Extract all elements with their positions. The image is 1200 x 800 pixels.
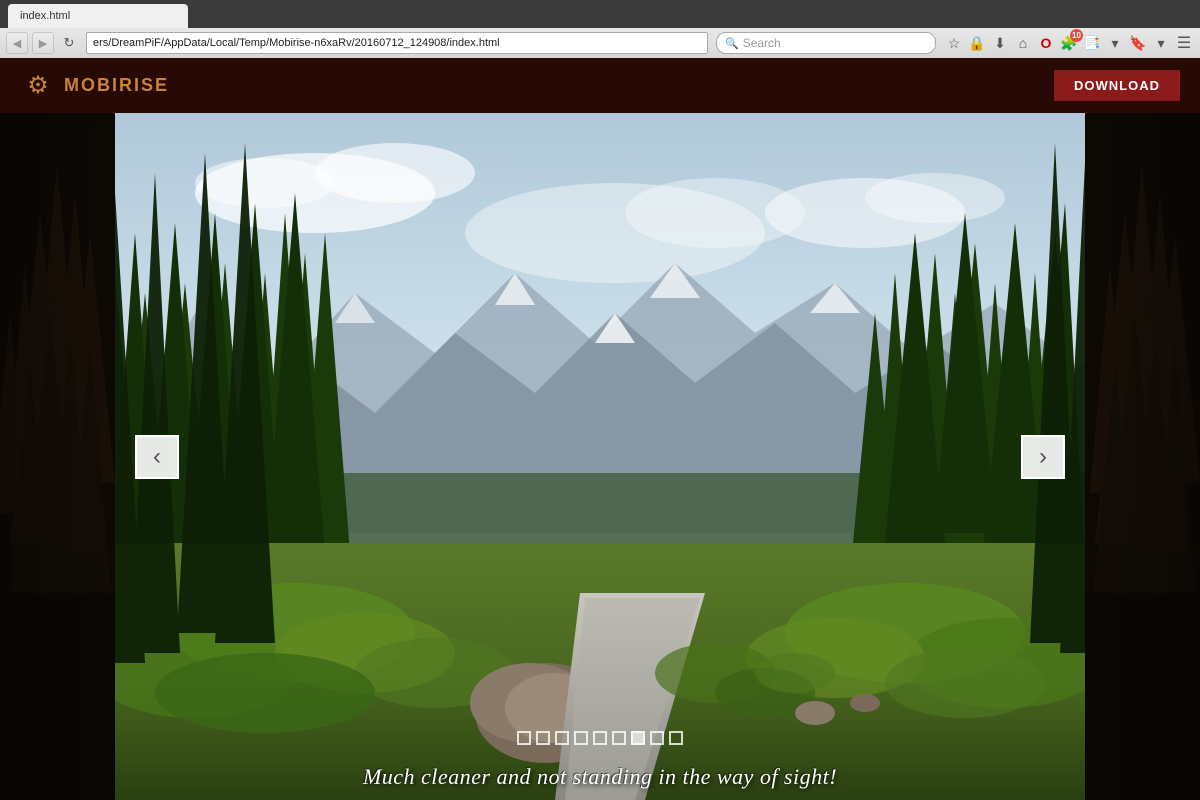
carousel-dot-8[interactable] xyxy=(650,731,664,745)
carousel-wrapper: ‹ › Much cleaner and not standing in xyxy=(115,113,1085,800)
carousel-dot-1[interactable] xyxy=(517,731,531,745)
bookmark-star-button[interactable]: ☆ xyxy=(944,33,964,53)
main-content: ⚙ MOBIRISE DOWNLOAD xyxy=(0,58,1200,800)
photo-scene: ‹ › Much cleaner and not standing in xyxy=(115,113,1085,800)
carousel-dot-3[interactable] xyxy=(555,731,569,745)
download-manager-button[interactable]: ⬇ xyxy=(990,33,1010,53)
gear-icon: ⚙ xyxy=(27,71,49,100)
bookmarks-button[interactable]: 📑 xyxy=(1082,33,1102,53)
carousel-caption: Much cleaner and not standing in the way… xyxy=(115,764,1085,790)
reload-button[interactable]: ↻ xyxy=(60,34,78,52)
carousel-dot-7[interactable] xyxy=(631,731,645,745)
tab-label: index.html xyxy=(20,10,70,22)
forward-button[interactable]: ▶ xyxy=(32,32,54,54)
menu-button[interactable]: ☰ xyxy=(1174,33,1194,53)
dropdown-arrow2[interactable]: ▾ xyxy=(1151,33,1171,53)
scene-svg xyxy=(115,113,1085,800)
toolbar-icons: ☆ 🔒 ⬇ ⌂ O 🧩 10 📑 ▾ 🔖 ▾ ☰ xyxy=(944,33,1194,53)
carousel-dots xyxy=(517,731,683,745)
browser-chrome: index.html ◀ ▶ ↻ ers/DreamPiF/AppData/Lo… xyxy=(0,0,1200,58)
right-panel xyxy=(1085,113,1200,800)
notification-count: 10 xyxy=(1070,29,1083,42)
tab-bar: index.html xyxy=(0,0,1200,28)
search-icon: 🔍 xyxy=(725,37,739,50)
browser-tab[interactable]: index.html xyxy=(8,4,188,28)
opera-button[interactable]: O xyxy=(1036,33,1056,53)
carousel-prev-button[interactable]: ‹ xyxy=(135,435,179,479)
carousel-dot-6[interactable] xyxy=(612,731,626,745)
home-button[interactable]: ⌂ xyxy=(1013,33,1033,53)
right-forest-svg xyxy=(1085,113,1200,800)
left-panel xyxy=(0,113,115,800)
carousel-dot-4[interactable] xyxy=(574,731,588,745)
back-button[interactable]: ◀ xyxy=(6,32,28,54)
extensions-badge[interactable]: 🧩 10 xyxy=(1059,33,1079,53)
address-bar[interactable]: ers/DreamPiF/AppData/Local/Temp/Mobirise… xyxy=(86,32,708,54)
search-bar[interactable]: 🔍 Search xyxy=(716,32,936,54)
next-arrow-icon: › xyxy=(1039,443,1047,471)
left-forest-svg xyxy=(0,113,115,800)
browser-toolbar: ◀ ▶ ↻ ers/DreamPiF/AppData/Local/Temp/Mo… xyxy=(0,28,1200,58)
carousel-next-button[interactable]: › xyxy=(1021,435,1065,479)
carousel-dot-9[interactable] xyxy=(669,731,683,745)
address-text: ers/DreamPiF/AppData/Local/Temp/Mobirise… xyxy=(93,37,500,49)
search-placeholder: Search xyxy=(743,36,781,50)
download-button[interactable]: DOWNLOAD xyxy=(1054,70,1180,101)
caption-text: Much cleaner and not standing in the way… xyxy=(363,764,837,789)
app-logo-icon: ⚙ xyxy=(20,68,56,104)
carousel-dot-2[interactable] xyxy=(536,731,550,745)
app-logo-text: MOBIRISE xyxy=(64,75,169,96)
app-header: ⚙ MOBIRISE DOWNLOAD xyxy=(0,58,1200,113)
bookmarks2-button[interactable]: 🔖 xyxy=(1128,33,1148,53)
roboform-button[interactable]: 🔒 xyxy=(967,33,987,53)
prev-arrow-icon: ‹ xyxy=(153,443,161,471)
dropdown-arrow[interactable]: ▾ xyxy=(1105,33,1125,53)
carousel-dot-5[interactable] xyxy=(593,731,607,745)
